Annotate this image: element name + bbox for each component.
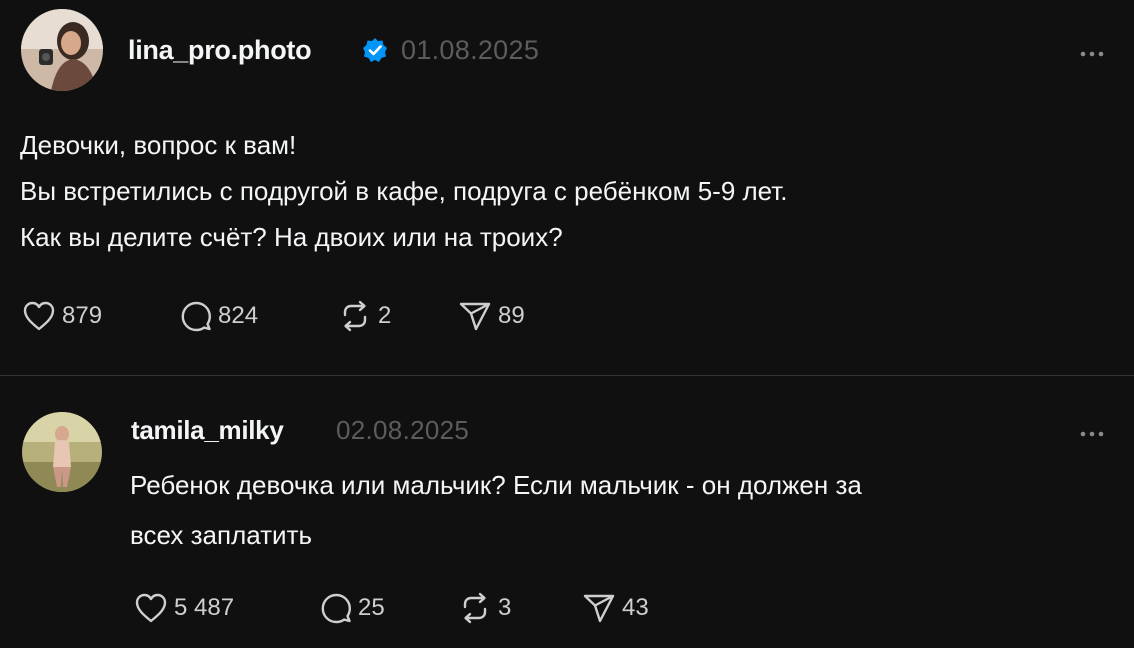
post-text-line: Как вы делите счёт? На двоих или на трои…: [20, 222, 563, 252]
post-username[interactable]: lina_pro.photo: [128, 35, 312, 66]
send-icon: [583, 594, 615, 623]
repost-button[interactable]: 2: [338, 300, 391, 332]
heart-icon: [23, 301, 55, 331]
more-horizontal-icon[interactable]: [1078, 426, 1108, 437]
send-icon: [459, 302, 491, 331]
repost-count: 3: [498, 594, 512, 621]
like-count: 5 487: [174, 594, 235, 621]
reply-post: tamila_milky 02.08.2025 Ребенок девочка …: [0, 376, 1134, 648]
share-count: 43: [622, 594, 649, 621]
repost-icon: [343, 300, 367, 332]
post-text-line: Девочки, вопрос к вам!: [20, 130, 297, 160]
reply-author-avatar[interactable]: [22, 412, 102, 492]
reply-text-line: Ребенок девочка или мальчик? Если мальчи…: [130, 470, 862, 500]
reply-text: Ребенок девочка или мальчик? Если мальчи…: [130, 460, 862, 560]
share-count: 89: [498, 302, 525, 329]
main-post: lina_pro.photo 01.08.2025 Девочки, вопро…: [0, 0, 1134, 375]
post-text-line: Вы встретились с подругой в кафе, подруг…: [20, 176, 788, 206]
comment-bubble-icon: [321, 593, 351, 624]
repost-button[interactable]: 3: [458, 592, 511, 624]
post-date: 01.08.2025: [401, 35, 540, 65]
reply-date: 02.08.2025: [336, 415, 470, 445]
like-button[interactable]: 879: [22, 300, 102, 332]
more-horizontal-icon[interactable]: [1078, 46, 1108, 57]
comment-count: 824: [218, 302, 259, 329]
comment-button[interactable]: 824: [180, 300, 258, 332]
share-button[interactable]: 89: [458, 300, 525, 332]
comment-button[interactable]: 25: [320, 592, 385, 624]
comment-bubble-icon: [181, 301, 211, 332]
post-author-avatar[interactable]: [21, 9, 103, 91]
repost-icon: [463, 592, 487, 624]
post-text: Девочки, вопрос к вам! Вы встретились с …: [20, 122, 788, 260]
reply-username[interactable]: tamila_milky: [131, 415, 284, 446]
like-button[interactable]: 5 487: [134, 592, 234, 624]
like-count: 879: [62, 302, 103, 329]
verified-badge-icon: [362, 37, 388, 63]
repost-count: 2: [378, 302, 392, 329]
reply-text-line: всех заплатить: [130, 520, 313, 550]
comment-count: 25: [358, 594, 385, 621]
heart-icon: [135, 593, 167, 623]
share-button[interactable]: 43: [582, 592, 649, 624]
